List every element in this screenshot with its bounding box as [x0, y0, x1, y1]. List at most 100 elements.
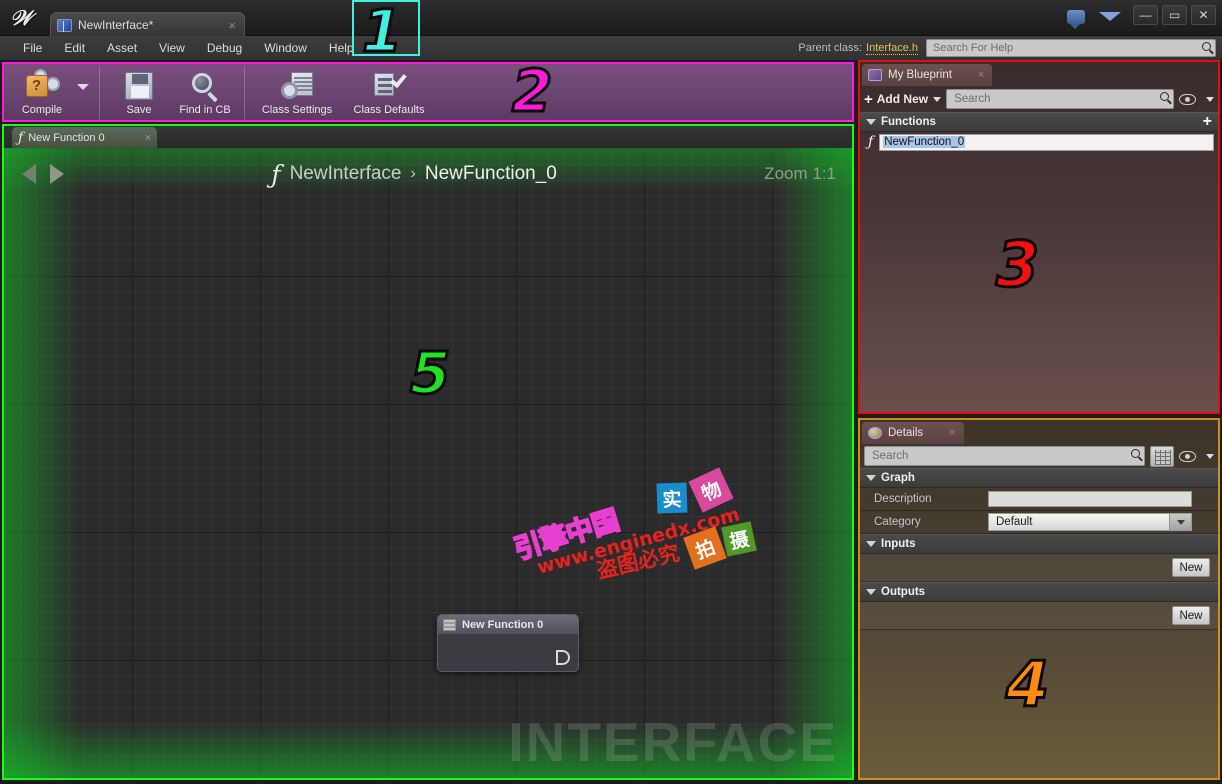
maximize-button[interactable]: ▭	[1162, 5, 1187, 25]
add-input-button[interactable]: New	[1172, 558, 1210, 577]
find-in-cb-button[interactable]: Find in CB	[172, 67, 238, 116]
unreal-logo-icon: 𝒲	[9, 5, 32, 30]
my-blueprint-tab-row: My Blueprint ×	[860, 62, 1218, 86]
add-output-button[interactable]: New	[1172, 606, 1210, 625]
graph-tab-new-function-0[interactable]: ƒ New Function 0 ×	[12, 127, 157, 148]
graph-canvas[interactable]: ƒ NewInterface › NewFunction_0 Zoom 1:1 …	[4, 148, 852, 778]
my-blueprint-search-input[interactable]: Search	[946, 89, 1174, 109]
close-icon[interactable]: ×	[228, 18, 238, 33]
watermark-tile-shi: 实	[656, 482, 688, 514]
parent-class-value[interactable]: Interface.h	[866, 42, 918, 55]
graph-node-new-function-0[interactable]: New Function 0	[437, 614, 579, 672]
menu-bar: File Edit Asset View Debug Window Help P…	[0, 36, 1222, 60]
back-arrow-icon[interactable]	[22, 164, 36, 184]
interface-watermark: INTERFACE	[508, 711, 838, 773]
menu-item-edit[interactable]: Edit	[53, 39, 96, 57]
compile-button[interactable]: ? Compile	[9, 67, 75, 116]
tab-my-blueprint[interactable]: My Blueprint ×	[862, 64, 993, 86]
breadcrumb-root[interactable]: NewInterface	[290, 163, 402, 185]
menu-item-asset[interactable]: Asset	[96, 39, 148, 57]
class-defaults-button[interactable]: Class Defaults	[343, 67, 435, 116]
section-header-functions[interactable]: Functions +	[860, 112, 1218, 132]
save-button[interactable]: Save	[106, 67, 172, 116]
chevron-down-icon[interactable]	[1206, 96, 1214, 102]
menu-item-file[interactable]: File	[12, 39, 53, 57]
details-toolbar: Search	[860, 444, 1218, 468]
toolbar-separator	[99, 67, 100, 119]
chevron-right-icon: ›	[410, 165, 416, 182]
section-header-graph[interactable]: Graph	[860, 468, 1218, 488]
compile-label: Compile	[21, 104, 63, 116]
description-input[interactable]	[988, 491, 1192, 507]
menu-item-view[interactable]: View	[148, 39, 196, 57]
minimize-button[interactable]: —	[1133, 5, 1158, 25]
search-icon	[1160, 92, 1169, 101]
description-value	[988, 491, 1218, 507]
asset-tab-label: NewInterface*	[78, 18, 154, 32]
search-placeholder: Search	[872, 450, 909, 462]
add-new-button[interactable]: + Add New	[864, 92, 942, 107]
graph-editor: ƒ New Function 0 × ƒ NewInterface › NewF…	[2, 124, 854, 780]
list-item-function[interactable]: ƒ NewFunction_0	[860, 132, 1218, 152]
help-search-input[interactable]: Search For Help	[926, 39, 1216, 57]
visibility-icon[interactable]	[1179, 93, 1196, 105]
add-new-label: Add New	[876, 92, 929, 106]
breadcrumb-current[interactable]: NewFunction_0	[425, 163, 557, 185]
visibility-icon[interactable]	[1179, 450, 1196, 462]
learn-icon[interactable]	[1098, 6, 1122, 30]
close-icon[interactable]: ×	[978, 69, 984, 81]
chevron-down-icon[interactable]	[1169, 514, 1191, 530]
watermark-url: www.enginedx.com	[534, 503, 743, 579]
class-settings-button[interactable]: Class Settings	[251, 67, 343, 116]
search-icon	[1202, 42, 1211, 51]
feedback-icon[interactable]	[1064, 6, 1088, 30]
my-blueprint-toolbar: + Add New Search	[860, 86, 1218, 112]
close-icon[interactable]: ×	[145, 132, 151, 144]
function-name-input[interactable]: NewFunction_0	[879, 133, 1214, 151]
details-search-input[interactable]: Search	[864, 446, 1145, 466]
blueprint-icon	[868, 69, 882, 81]
watermark-tile-pai: 拍	[683, 526, 727, 570]
details-tab-row: Details ×	[860, 420, 1218, 444]
exec-out-pin[interactable]	[556, 650, 570, 665]
menu-item-debug[interactable]: Debug	[196, 39, 253, 57]
graph-tab-row: ƒ New Function 0 ×	[4, 126, 852, 148]
add-function-button[interactable]: +	[1203, 114, 1212, 130]
watermark-tile-wu: 物	[688, 467, 734, 513]
function-icon: ƒ	[271, 159, 281, 189]
graph-tab-label: New Function 0	[28, 131, 105, 144]
menu-item-window[interactable]: Window	[253, 39, 318, 57]
forward-arrow-icon[interactable]	[50, 164, 64, 184]
class-settings-label: Class Settings	[261, 104, 333, 116]
blueprint-toolbar: ? Compile Save Find in CB Class Settings	[2, 62, 854, 122]
inputs-row: New	[860, 554, 1218, 582]
section-header-inputs[interactable]: Inputs	[860, 534, 1218, 554]
functions-section-label: Functions	[881, 116, 936, 128]
help-search-placeholder: Search For Help	[933, 42, 1014, 54]
expander-icon	[866, 541, 876, 547]
chevron-down-icon[interactable]	[1206, 453, 1214, 459]
graph-top-bar: ƒ NewInterface › NewFunction_0 Zoom 1:1	[4, 148, 852, 200]
asset-tab-newinterface[interactable]: NewInterface* ×	[50, 12, 245, 37]
close-icon[interactable]: ×	[949, 427, 955, 439]
compile-icon: ?	[9, 69, 75, 103]
compile-dropdown-icon[interactable]	[77, 83, 89, 90]
outputs-row: New	[860, 602, 1218, 630]
watermark-tile-she: 摄	[721, 521, 757, 557]
find-in-cb-label: Find in CB	[179, 104, 231, 116]
tab-details[interactable]: Details ×	[862, 422, 964, 444]
grid-view-icon[interactable]	[1150, 445, 1174, 467]
details-panel: Details × Search Graph Description Categ…	[858, 418, 1220, 780]
annotation-3: 3	[994, 228, 1040, 301]
close-button[interactable]: ✕	[1191, 5, 1216, 25]
category-select[interactable]: Default	[988, 513, 1192, 531]
blueprint-icon	[57, 18, 72, 32]
watermark-notice: 盗图必究	[594, 540, 682, 584]
annotation-4: 4	[1004, 648, 1050, 721]
class-defaults-label: Class Defaults	[353, 104, 425, 116]
title-bar-icons	[1064, 6, 1122, 30]
section-header-outputs[interactable]: Outputs	[860, 582, 1218, 602]
window-controls: — ▭ ✕	[1133, 5, 1216, 25]
property-row-description: Description	[860, 488, 1218, 511]
function-name-value: NewFunction_0	[883, 136, 966, 148]
